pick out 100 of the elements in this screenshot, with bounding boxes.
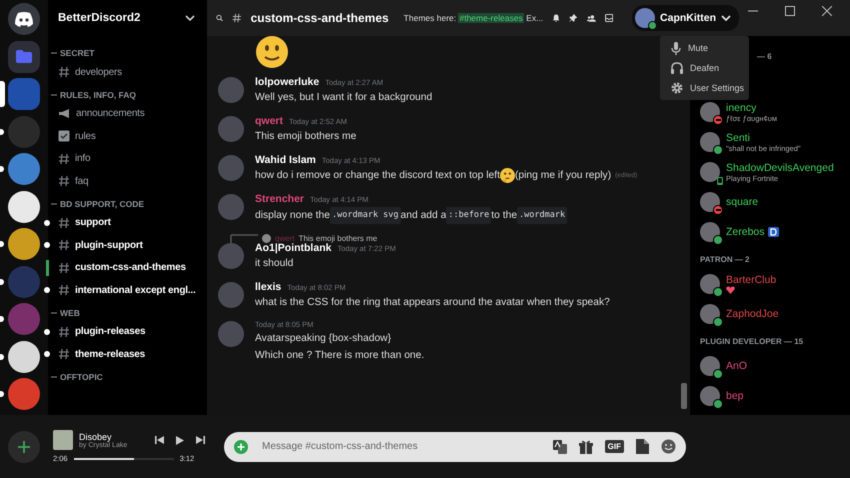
member-group-header: PLUGIN DEVELOPER — 15 bbox=[700, 337, 804, 347]
channel-item[interactable]: developers bbox=[56, 66, 124, 78]
member-group-header: — 6 bbox=[757, 52, 773, 62]
username[interactable]: llexis bbox=[255, 281, 282, 293]
smiley-emoji bbox=[256, 36, 288, 68]
member-name: square bbox=[726, 196, 758, 208]
server-icon[interactable] bbox=[8, 340, 40, 373]
menu-item[interactable]: Mute bbox=[660, 38, 749, 58]
collapse-icon[interactable] bbox=[51, 50, 57, 56]
message-text: Well yes, but I want it for a background bbox=[255, 91, 432, 105]
play-icon[interactable] bbox=[176, 436, 184, 444]
member-item[interactable]: square bbox=[700, 187, 850, 217]
online-status-indicator bbox=[713, 369, 723, 379]
username[interactable]: Ao1|Pointblank bbox=[255, 242, 332, 254]
category-header[interactable]: RULES, INFO, FAQ bbox=[60, 90, 136, 100]
member-name: BarterClub bbox=[726, 274, 776, 286]
channel-item[interactable]: custom-css-and-themes bbox=[56, 262, 188, 274]
maximize-icon[interactable] bbox=[785, 6, 796, 16]
member-item[interactable]: AnO bbox=[700, 351, 850, 381]
member-item[interactable]: bep bbox=[700, 381, 850, 411]
message-input[interactable]: Message #custom-css-and-themes GIF bbox=[224, 432, 686, 462]
collapse-icon[interactable] bbox=[51, 310, 57, 316]
channel-item[interactable]: faq bbox=[56, 175, 90, 188]
channel-item[interactable]: plugin-support bbox=[56, 239, 145, 252]
channel-item[interactable]: announcements bbox=[56, 108, 147, 120]
message-text: display none the bbox=[255, 209, 330, 223]
folder-icon[interactable] bbox=[8, 40, 40, 73]
user-menu-button[interactable]: CapnKitten bbox=[632, 5, 740, 31]
search-icon[interactable] bbox=[216, 12, 224, 24]
home-button[interactable] bbox=[8, 3, 40, 36]
headphones-icon bbox=[671, 62, 683, 74]
settings-icon bbox=[671, 82, 683, 94]
inline-code: .wordmark svg bbox=[330, 207, 401, 224]
hash-icon bbox=[58, 216, 70, 229]
member-name: Senti bbox=[726, 132, 750, 144]
add-server-button[interactable] bbox=[8, 430, 40, 462]
mobile-status-icon bbox=[716, 177, 724, 185]
album-art bbox=[53, 430, 73, 450]
channel-mention[interactable]: #theme-releases bbox=[458, 13, 524, 23]
thinking-emoji bbox=[500, 168, 515, 183]
channel-item[interactable]: info bbox=[56, 152, 92, 165]
online-status-indicator bbox=[713, 287, 723, 297]
channel-item[interactable]: theme-releases bbox=[56, 348, 148, 360]
message-text: what is the CSS for the ring that appears around the avatar when they speak? bbox=[255, 296, 610, 310]
next-track-icon[interactable] bbox=[196, 436, 205, 444]
track-title: Disobey bbox=[79, 432, 112, 442]
scrollbar-thumb[interactable] bbox=[681, 383, 687, 409]
message-text: Which one ? There is more than one. bbox=[255, 349, 424, 363]
member-name: Zerebos bbox=[726, 226, 765, 238]
menu-item[interactable]: User Settings bbox=[660, 78, 749, 98]
message-text: This emoji bothers me bbox=[255, 130, 356, 144]
collapse-icon[interactable] bbox=[51, 374, 57, 380]
message-text: and add a bbox=[400, 209, 446, 223]
channel-item[interactable]: rules bbox=[56, 130, 98, 142]
chevron-down-icon[interactable] bbox=[185, 15, 195, 21]
hash-icon bbox=[58, 66, 70, 78]
hash-icon bbox=[58, 262, 70, 274]
translate-icon[interactable] bbox=[552, 440, 567, 454]
server-name[interactable]: BetterDiscord2 bbox=[58, 12, 140, 24]
channel-item[interactable]: support bbox=[56, 216, 113, 229]
category-header[interactable]: OFFTOPIC bbox=[60, 372, 103, 382]
online-status-indicator bbox=[713, 235, 723, 245]
megaphone-icon bbox=[58, 108, 71, 120]
emoji-icon[interactable] bbox=[661, 439, 676, 454]
add-attachment-icon[interactable] bbox=[234, 440, 248, 454]
close-icon[interactable] bbox=[822, 6, 832, 16]
category-header[interactable]: BD SUPPORT, CODE bbox=[60, 198, 144, 208]
username[interactable]: Wahid Islam bbox=[255, 154, 316, 166]
previous-track-icon[interactable] bbox=[155, 436, 164, 444]
file-icon[interactable] bbox=[636, 439, 649, 454]
collapse-icon[interactable] bbox=[51, 92, 57, 98]
member-name: ZaphodJoe bbox=[726, 308, 779, 320]
username[interactable]: Strencher bbox=[255, 193, 304, 205]
channel-title: custom-css-and-themes bbox=[250, 11, 389, 25]
member-item[interactable]: Zerebos bbox=[700, 217, 850, 247]
username[interactable]: lolpowerluke bbox=[255, 76, 320, 88]
username[interactable]: qwert bbox=[255, 115, 284, 127]
server-icon[interactable] bbox=[8, 228, 40, 260]
channel-item[interactable]: plugin-releases bbox=[56, 326, 148, 338]
reply-connector bbox=[230, 234, 258, 243]
channel-item[interactable]: international except engl... bbox=[56, 284, 198, 296]
message-text: it should bbox=[255, 257, 294, 271]
reply-preview[interactable]: This emoji bothers me bbox=[298, 234, 378, 243]
inbox-icon[interactable] bbox=[604, 11, 614, 25]
message-text: how do i remove or change the discord text on top left bbox=[255, 169, 500, 183]
hash-icon bbox=[58, 284, 70, 296]
avatar bbox=[262, 234, 271, 243]
server-icon[interactable] bbox=[8, 190, 40, 223]
message-text: (ping me if you reply) bbox=[514, 169, 612, 183]
member-item[interactable]: BarterClub bbox=[700, 269, 850, 299]
member-name: bep bbox=[726, 390, 744, 402]
gif-button[interactable]: GIF bbox=[604, 440, 624, 453]
category-header[interactable]: WEB bbox=[60, 308, 80, 318]
member-item[interactable]: ZaphodJoe bbox=[700, 299, 850, 329]
online-status-indicator bbox=[713, 145, 723, 155]
hash-icon bbox=[58, 175, 70, 188]
category-header[interactable]: SECRET bbox=[60, 48, 94, 58]
gift-icon[interactable] bbox=[578, 440, 593, 454]
menu-item[interactable]: Deafen bbox=[660, 58, 749, 78]
collapse-icon[interactable] bbox=[51, 200, 57, 206]
